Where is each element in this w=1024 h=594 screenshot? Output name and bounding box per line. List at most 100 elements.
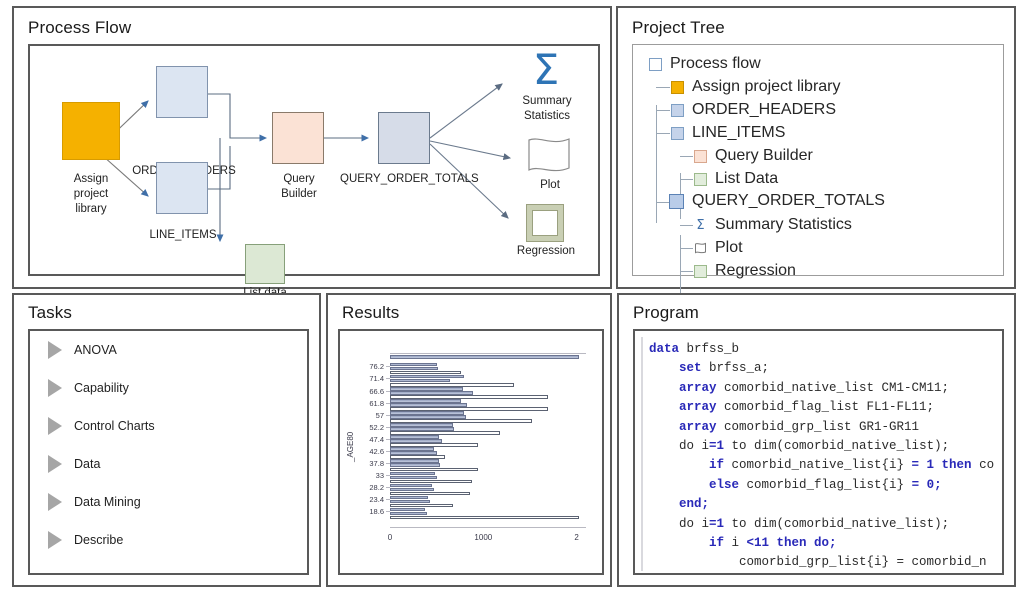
- panel-project-tree: Project Tree Process flow Assign project…: [616, 6, 1016, 301]
- code-line: if comorbid_native_list{i} = 1 then co: [649, 458, 995, 473]
- chart-ytick-mark: [386, 366, 390, 368]
- panel-process-flow: Process Flow Assign project library LINE…: [12, 6, 612, 299]
- tree-item-order-headers[interactable]: ORDER_HEADERS: [671, 99, 836, 121]
- chart-ytick-mark: [386, 402, 390, 404]
- task-item-control-charts[interactable]: Control Charts: [48, 417, 155, 435]
- plot-icon: [694, 242, 707, 255]
- bar-filled-2: [390, 379, 450, 383]
- tree-label: ORDER_HEADERS: [692, 101, 837, 118]
- chart-xtick-label: 0: [387, 533, 393, 542]
- panel-title-results: Results: [342, 303, 400, 322]
- tree-label: Process flow: [670, 55, 761, 72]
- bar-filled-2: [390, 415, 466, 419]
- chart-ytick-mark: [386, 474, 390, 476]
- tree-item-list-data[interactable]: List Data: [694, 168, 778, 190]
- node-label-query-builder: Query Builder: [281, 173, 317, 200]
- task-item-anova[interactable]: ANOVA: [48, 341, 117, 359]
- code-line: set brfss_a;: [649, 361, 770, 376]
- chart-ytick-label: 71.4: [369, 374, 384, 384]
- tree-item-query-builder[interactable]: Query Builder: [694, 145, 813, 167]
- task-item-capability[interactable]: Capability: [48, 379, 129, 397]
- chart-xtick-label: 2: [574, 533, 579, 542]
- chart-ytick-mark: [386, 378, 390, 380]
- chart-ytick-label: 28.2: [369, 483, 384, 492]
- process-flow-diagram[interactable]: Assign project library ORDER_HEADERS LIN…: [28, 44, 600, 299]
- bar-filled: [390, 435, 439, 439]
- tree-branch-line-b: [680, 235, 681, 301]
- bar-filled: [390, 423, 454, 427]
- task-label: Describe: [74, 533, 124, 547]
- tree-connector: [656, 202, 670, 203]
- chart-ytick-label: 42.6: [369, 446, 384, 456]
- chart-ytick-label: 52.2: [369, 422, 384, 432]
- chart-ytick-label: 47.4: [369, 434, 384, 444]
- tree-connector: [680, 271, 693, 272]
- bar-filled-2: [390, 367, 438, 371]
- node-query-builder[interactable]: [272, 112, 324, 164]
- tree-connector: [680, 248, 693, 249]
- node-list-data[interactable]: [245, 244, 285, 284]
- tree-item-process-flow[interactable]: Process flow: [649, 53, 761, 75]
- node-order-headers[interactable]: [156, 66, 208, 118]
- tree-item-regression[interactable]: Regression: [694, 260, 796, 282]
- chart-ytick-label: 66.6: [369, 386, 384, 396]
- plot-icon[interactable]: [526, 136, 572, 176]
- chart-top-axis: [390, 353, 586, 354]
- program-code[interactable]: data brfss_b set brfss_a; array comorbid…: [649, 340, 1001, 572]
- tree-connector: [656, 87, 670, 88]
- bar-open: [390, 371, 461, 375]
- bar-open: [390, 443, 478, 447]
- task-item-describe[interactable]: Describe: [48, 531, 123, 549]
- tasks-list[interactable]: ANOVA Capability Control Charts Data Dat…: [28, 329, 309, 575]
- bar-total: [390, 355, 579, 359]
- sigma-icon[interactable]: Σ: [522, 48, 570, 92]
- bar-open: [390, 419, 532, 423]
- bar-open: [390, 431, 501, 435]
- chart-xtick-label: 1000: [474, 533, 493, 542]
- panel-title-tasks: Tasks: [28, 303, 72, 322]
- bar-open: [390, 395, 548, 399]
- results-chart[interactable]: 76.2 71.4 66.6 61.8 57 52.2 47.4 42.6 37.8 33 28.2…: [338, 329, 604, 575]
- bar-filled-2: [390, 403, 468, 407]
- project-tree-body[interactable]: Process flow Assign project library ORDE…: [632, 44, 1004, 301]
- code-line: if i <11 then do;: [649, 536, 837, 551]
- code-line: array comorbid_flag_list FL1-FL11;: [649, 400, 935, 415]
- program-editor[interactable]: data brfss_b set brfss_a; array comorbid…: [633, 329, 1004, 575]
- task-label: Capability: [74, 381, 129, 395]
- regression-icon[interactable]: [526, 204, 564, 242]
- tree-label: Plot: [715, 239, 743, 256]
- node-label-line-items: LINE_ITEMS: [149, 229, 217, 241]
- node-assign-project-library[interactable]: [62, 102, 120, 160]
- bar-filled: [390, 507, 426, 512]
- code-line: comorbid_grp_list{i} = comorbid_n: [649, 555, 987, 570]
- tree-item-query-order-totals[interactable]: QUERY_ORDER_TOTALS: [669, 190, 885, 212]
- bar-filled: [390, 363, 437, 367]
- regression-icon: [694, 264, 707, 278]
- node-label-query-order-totals: QUERY_ORDER_TOTALS: [340, 173, 479, 185]
- bar-open: [390, 407, 548, 411]
- tree-item-summary-statistics[interactable]: Σ Summary Statistics: [694, 214, 852, 236]
- bar-filled-2: [390, 511, 427, 516]
- tree-item-assign-project-library[interactable]: Assign project library: [671, 76, 841, 98]
- chart-ytick-mark: [386, 426, 390, 428]
- bar-filled: [390, 375, 464, 379]
- task-item-data[interactable]: Data: [48, 455, 100, 473]
- code-line: data brfss_b: [649, 342, 740, 356]
- bar-filled: [390, 399, 461, 403]
- bar-filled: [390, 411, 464, 415]
- tree-connector: [656, 110, 670, 111]
- tree-connector: [680, 225, 693, 226]
- panel-results: Results 76.2 71.4 66.6 61.8 57 52.2 47.4 42.6 37…: [326, 293, 612, 587]
- bar-open: [390, 479, 473, 483]
- tree-item-line-items[interactable]: LINE_ITEMS: [671, 122, 785, 144]
- node-label-summary-statistics: Summary Statistics: [522, 95, 572, 122]
- bar-filled-2: [390, 391, 474, 395]
- chart-ytick-label: 33: [375, 470, 384, 480]
- bar-open: [390, 455, 446, 459]
- tree-item-plot[interactable]: Plot: [694, 237, 743, 259]
- library-icon: [671, 80, 684, 94]
- node-query-order-totals[interactable]: [378, 112, 430, 164]
- table-icon: [671, 103, 684, 117]
- node-line-items[interactable]: [156, 162, 208, 214]
- task-item-data-mining[interactable]: Data Mining: [48, 493, 141, 511]
